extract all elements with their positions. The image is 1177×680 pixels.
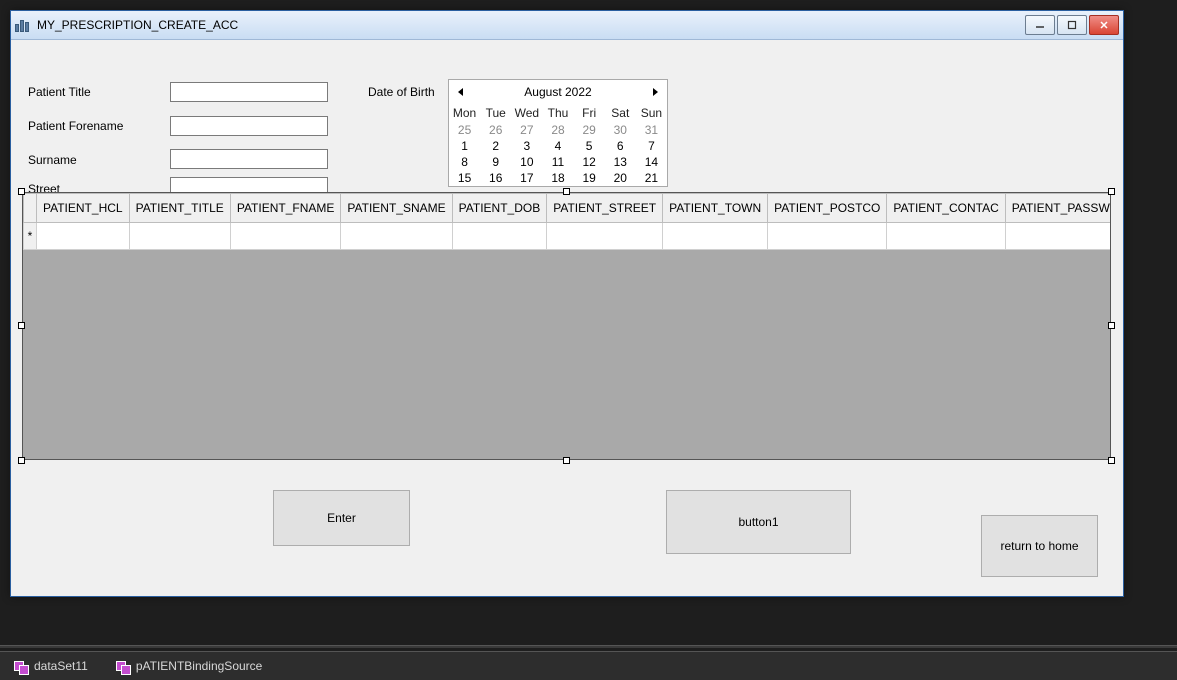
dataset-icon [14, 659, 28, 673]
resize-handle[interactable] [1108, 457, 1115, 464]
calendar-day[interactable]: 14 [636, 154, 667, 170]
surname-field[interactable] [170, 149, 328, 169]
close-button[interactable] [1089, 15, 1119, 35]
calendar-day[interactable]: 1 [449, 138, 480, 154]
label-patient-title: Patient Title [28, 85, 91, 99]
calendar-day-header: Mon [449, 104, 480, 122]
calendar-day[interactable]: 2 [480, 138, 511, 154]
grid-cell[interactable] [230, 223, 341, 250]
grid-column-header[interactable]: PATIENT_POSTCO [768, 194, 887, 223]
resize-handle[interactable] [563, 457, 570, 464]
patient-title-field[interactable] [170, 82, 328, 102]
calendar-day[interactable]: 21 [636, 170, 667, 186]
calendar-day[interactable]: 3 [511, 138, 542, 154]
calendar-day[interactable]: 26 [480, 122, 511, 138]
patient-datagrid[interactable]: PATIENT_HCLPATIENT_TITLEPATIENT_FNAMEPAT… [22, 192, 1111, 460]
calendar-day[interactable]: 10 [511, 154, 542, 170]
label-dob: Date of Birth [368, 85, 435, 99]
maximize-button[interactable] [1057, 15, 1087, 35]
calendar-day[interactable]: 15 [449, 170, 480, 186]
calendar-day[interactable]: 27 [511, 122, 542, 138]
grid-cell[interactable] [663, 223, 768, 250]
resize-handle[interactable] [1108, 322, 1115, 329]
button1-button[interactable]: button1 [666, 490, 851, 554]
grid-corner [24, 194, 37, 223]
resize-handle[interactable] [18, 188, 25, 195]
tray-item-bindingsource[interactable]: pATIENTBindingSource [116, 659, 263, 673]
resize-handle[interactable] [18, 457, 25, 464]
calendar-day-header: Sun [636, 104, 667, 122]
grid-column-header[interactable]: PATIENT_CONTAC [887, 194, 1005, 223]
grid-column-header[interactable]: PATIENT_TOWN [663, 194, 768, 223]
grid-cell[interactable] [37, 223, 130, 250]
label-surname: Surname [28, 153, 77, 167]
calendar-day[interactable]: 5 [574, 138, 605, 154]
bindingsource-icon [116, 659, 130, 673]
calendar-day-header: Thu [542, 104, 573, 122]
label-patient-forename: Patient Forename [28, 119, 123, 133]
form-window: MY_PRESCRIPTION_CREATE_ACC Patient Title… [10, 10, 1124, 597]
tray-item-dataset[interactable]: dataSet11 [14, 659, 88, 673]
grid-column-header[interactable]: PATIENT_SNAME [341, 194, 452, 223]
grid-column-header[interactable]: PATIENT_STREET [547, 194, 663, 223]
calendar-day[interactable]: 9 [480, 154, 511, 170]
grid-cell[interactable] [887, 223, 1005, 250]
calendar-day-header: Wed [511, 104, 542, 122]
datagrid-design-container[interactable]: PATIENT_HCLPATIENT_TITLEPATIENT_FNAMEPAT… [22, 192, 1111, 460]
calendar-day[interactable]: 31 [636, 122, 667, 138]
grid-column-header[interactable]: PATIENT_TITLE [129, 194, 230, 223]
grid-cell[interactable] [129, 223, 230, 250]
component-tray: dataSet11 pATIENTBindingSource [0, 651, 1177, 680]
grid-column-header[interactable]: PATIENT_PASSWO [1005, 194, 1111, 223]
calendar-day[interactable]: 8 [449, 154, 480, 170]
dob-calendar[interactable]: August 2022 MonTueWedThuFriSatSun 252627… [448, 79, 668, 187]
calendar-day[interactable]: 17 [511, 170, 542, 186]
app-icon [15, 18, 31, 32]
resize-handle[interactable] [18, 322, 25, 329]
grid-column-header[interactable]: PATIENT_HCL [37, 194, 130, 223]
designer-surface: MY_PRESCRIPTION_CREATE_ACC Patient Title… [0, 0, 1177, 680]
return-home-button[interactable]: return to home [981, 515, 1098, 577]
calendar-day-header: Tue [480, 104, 511, 122]
grid-cell[interactable] [341, 223, 452, 250]
calendar-day[interactable]: 11 [542, 154, 573, 170]
calendar-day[interactable]: 18 [542, 170, 573, 186]
form-client-area: Patient Title Patient Forename Surname S… [11, 40, 1123, 597]
minimize-button[interactable] [1025, 15, 1055, 35]
calendar-day[interactable]: 30 [605, 122, 636, 138]
grid-cell[interactable] [452, 223, 547, 250]
grid-new-row-marker: * [24, 223, 37, 250]
resize-handle[interactable] [563, 188, 570, 195]
calendar-day-header: Sat [605, 104, 636, 122]
calendar-day[interactable]: 13 [605, 154, 636, 170]
calendar-day-header: Fri [574, 104, 605, 122]
window-title: MY_PRESCRIPTION_CREATE_ACC [37, 18, 1025, 32]
calendar-day[interactable]: 28 [542, 122, 573, 138]
resize-handle[interactable] [1108, 188, 1115, 195]
tray-separator [0, 645, 1177, 648]
calendar-day[interactable]: 25 [449, 122, 480, 138]
calendar-day[interactable]: 12 [574, 154, 605, 170]
calendar-day[interactable]: 4 [542, 138, 573, 154]
calendar-day[interactable]: 16 [480, 170, 511, 186]
calendar-month-label: August 2022 [524, 85, 591, 99]
grid-cell[interactable] [547, 223, 663, 250]
grid-cell[interactable] [768, 223, 887, 250]
calendar-next-icon[interactable] [647, 84, 663, 100]
calendar-prev-icon[interactable] [453, 84, 469, 100]
titlebar[interactable]: MY_PRESCRIPTION_CREATE_ACC [11, 11, 1123, 40]
calendar-day[interactable]: 19 [574, 170, 605, 186]
grid-cell[interactable] [1005, 223, 1111, 250]
calendar-day[interactable]: 29 [574, 122, 605, 138]
calendar-day[interactable]: 6 [605, 138, 636, 154]
calendar-grid[interactable]: MonTueWedThuFriSatSun 252627282930311234… [449, 104, 667, 186]
grid-column-header[interactable]: PATIENT_DOB [452, 194, 547, 223]
calendar-day[interactable]: 20 [605, 170, 636, 186]
patient-forename-field[interactable] [170, 116, 328, 136]
calendar-day[interactable]: 7 [636, 138, 667, 154]
grid-column-header[interactable]: PATIENT_FNAME [230, 194, 341, 223]
enter-button[interactable]: Enter [273, 490, 410, 546]
